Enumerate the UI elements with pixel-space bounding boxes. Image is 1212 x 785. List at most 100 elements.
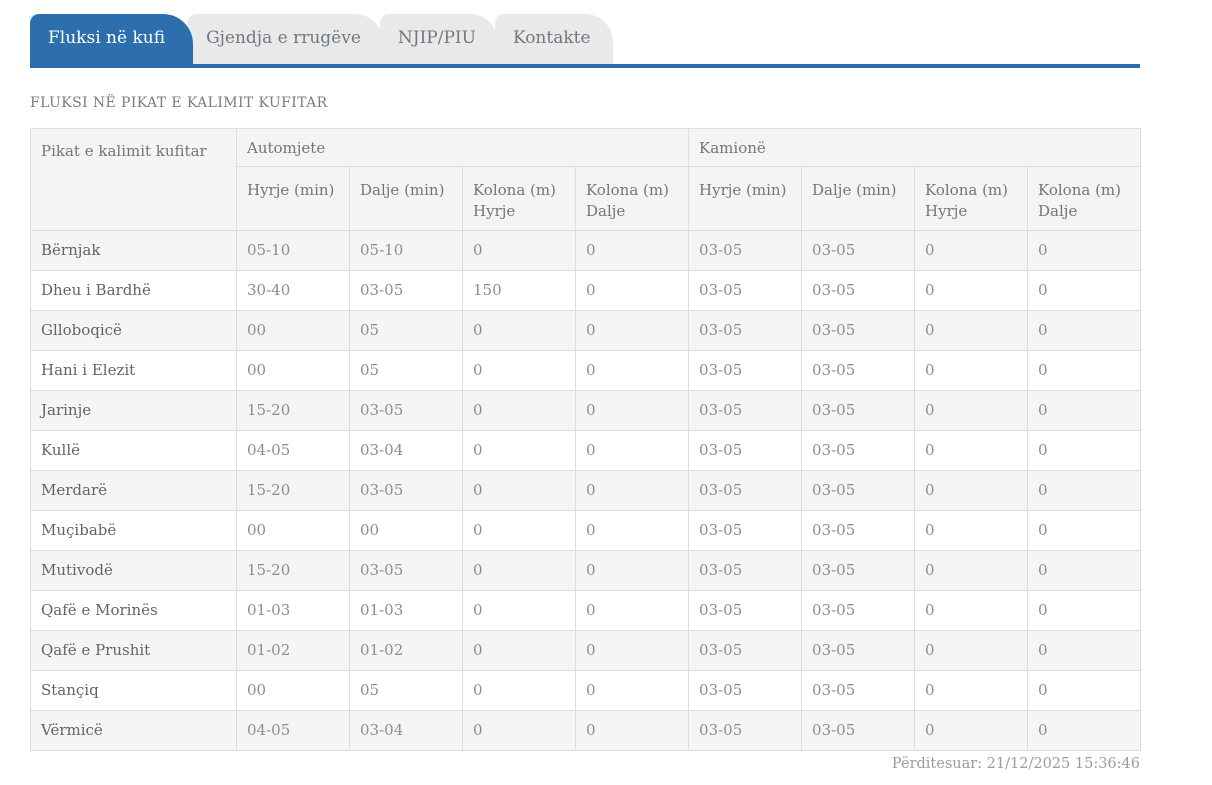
tab-fluksi-ne-kufi[interactable]: Fluksi në kufi bbox=[30, 14, 193, 64]
kamione-kolona-hyrje-cell: 0 bbox=[915, 511, 1028, 551]
tab-bar: Fluksi në kufi Gjendja e rrugëve NJIP/PI… bbox=[30, 14, 1140, 68]
col-header-kamione-kolona-hyrje: Kolona (m) Hyrje bbox=[915, 167, 1028, 231]
kamione-hyrje-cell: 03-05 bbox=[689, 511, 802, 551]
kamione-hyrje-cell: 03-05 bbox=[689, 271, 802, 311]
kamione-dalje-cell: 03-05 bbox=[802, 431, 915, 471]
group-header-row: Pikat e kalimit kufitar Automjete Kamion… bbox=[31, 129, 1141, 167]
automjete-kolona-dalje-cell: 0 bbox=[576, 431, 689, 471]
kamione-hyrje-cell: 03-05 bbox=[689, 391, 802, 431]
kamione-dalje-cell: 03-05 bbox=[802, 591, 915, 631]
table-row: Hani i Elezit 00 05 0 0 03-05 03-05 0 0 bbox=[31, 351, 1141, 391]
table-row: Dheu i Bardhë 30-40 03-05 150 0 03-05 03… bbox=[31, 271, 1141, 311]
automjete-hyrje-cell: 30-40 bbox=[237, 271, 350, 311]
crossing-name-cell: Vërmicë bbox=[31, 711, 237, 751]
automjete-dalje-cell: 05 bbox=[350, 671, 463, 711]
table-row: Vërmicë 04-05 03-04 0 0 03-05 03-05 0 0 bbox=[31, 711, 1141, 751]
kamione-dalje-cell: 03-05 bbox=[802, 551, 915, 591]
kamione-kolona-hyrje-cell: 0 bbox=[915, 391, 1028, 431]
automjete-kolona-hyrje-cell: 150 bbox=[463, 271, 576, 311]
border-crossings-table: Pikat e kalimit kufitar Automjete Kamion… bbox=[30, 128, 1141, 751]
automjete-hyrje-cell: 04-05 bbox=[237, 711, 350, 751]
col-header-kamione-kolona-dalje: Kolona (m) Dalje bbox=[1028, 167, 1141, 231]
tab-gjendja-e-rrugeve[interactable]: Gjendja e rrugëve bbox=[188, 14, 383, 64]
table-row: Muçibabë 00 00 0 0 03-05 03-05 0 0 bbox=[31, 511, 1141, 551]
automjete-kolona-hyrje-cell: 0 bbox=[463, 671, 576, 711]
tab-label: Kontakte bbox=[513, 28, 591, 48]
automjete-kolona-hyrje-cell: 0 bbox=[463, 471, 576, 511]
automjete-kolona-dalje-cell: 0 bbox=[576, 471, 689, 511]
kamione-dalje-cell: 03-05 bbox=[802, 351, 915, 391]
table-row: Stançiq 00 05 0 0 03-05 03-05 0 0 bbox=[31, 671, 1141, 711]
automjete-dalje-cell: 05 bbox=[350, 351, 463, 391]
col-header-automjete-dalje: Dalje (min) bbox=[350, 167, 463, 231]
crossing-name-cell: Bërnjak bbox=[31, 231, 237, 271]
kamione-kolona-dalje-cell: 0 bbox=[1028, 631, 1141, 671]
automjete-hyrje-cell: 04-05 bbox=[237, 431, 350, 471]
automjete-dalje-cell: 03-05 bbox=[350, 471, 463, 511]
kamione-kolona-dalje-cell: 0 bbox=[1028, 511, 1141, 551]
table-row: Qafë e Prushit 01-02 01-02 0 0 03-05 03-… bbox=[31, 631, 1141, 671]
table-header: Pikat e kalimit kufitar Automjete Kamion… bbox=[31, 129, 1141, 231]
kamione-kolona-dalje-cell: 0 bbox=[1028, 231, 1141, 271]
automjete-kolona-hyrje-cell: 0 bbox=[463, 431, 576, 471]
kamione-kolona-dalje-cell: 0 bbox=[1028, 391, 1141, 431]
table-row: Glloboqicë 00 05 0 0 03-05 03-05 0 0 bbox=[31, 311, 1141, 351]
col-header-automjete-kolona-dalje: Kolona (m) Dalje bbox=[576, 167, 689, 231]
automjete-kolona-hyrje-cell: 0 bbox=[463, 631, 576, 671]
kamione-kolona-hyrje-cell: 0 bbox=[915, 471, 1028, 511]
kamione-kolona-dalje-cell: 0 bbox=[1028, 351, 1141, 391]
crossing-name-cell: Mutivodë bbox=[31, 551, 237, 591]
col-group-automjete: Automjete bbox=[237, 129, 689, 167]
automjete-kolona-dalje-cell: 0 bbox=[576, 391, 689, 431]
crossing-name-cell: Merdarë bbox=[31, 471, 237, 511]
col-header-kamione-hyrje: Hyrje (min) bbox=[689, 167, 802, 231]
col-header-automjete-kolona-hyrje: Kolona (m) Hyrje bbox=[463, 167, 576, 231]
crossing-name-cell: Jarinje bbox=[31, 391, 237, 431]
crossing-name-cell: Hani i Elezit bbox=[31, 351, 237, 391]
kamione-hyrje-cell: 03-05 bbox=[689, 671, 802, 711]
automjete-kolona-hyrje-cell: 0 bbox=[463, 311, 576, 351]
kamione-dalje-cell: 03-05 bbox=[802, 231, 915, 271]
kamione-kolona-dalje-cell: 0 bbox=[1028, 471, 1141, 511]
automjete-dalje-cell: 03-05 bbox=[350, 391, 463, 431]
kamione-kolona-hyrje-cell: 0 bbox=[915, 591, 1028, 631]
automjete-dalje-cell: 00 bbox=[350, 511, 463, 551]
kamione-dalje-cell: 03-05 bbox=[802, 311, 915, 351]
kamione-kolona-hyrje-cell: 0 bbox=[915, 671, 1028, 711]
crossing-name-cell: Stançiq bbox=[31, 671, 237, 711]
crossing-name-cell: Kullë bbox=[31, 431, 237, 471]
col-header-kamione-dalje: Dalje (min) bbox=[802, 167, 915, 231]
kamione-kolona-hyrje-cell: 0 bbox=[915, 311, 1028, 351]
automjete-kolona-dalje-cell: 0 bbox=[576, 231, 689, 271]
tab-label: Gjendja e rrugëve bbox=[206, 28, 361, 48]
table-row: Qafë e Morinës 01-03 01-03 0 0 03-05 03-… bbox=[31, 591, 1141, 631]
kamione-kolona-hyrje-cell: 0 bbox=[915, 271, 1028, 311]
kamione-kolona-dalje-cell: 0 bbox=[1028, 271, 1141, 311]
tab-label: NJIP/PIU bbox=[398, 28, 476, 48]
automjete-kolona-hyrje-cell: 0 bbox=[463, 351, 576, 391]
table-row: Mutivodë 15-20 03-05 0 0 03-05 03-05 0 0 bbox=[31, 551, 1141, 591]
kamione-kolona-dalje-cell: 0 bbox=[1028, 671, 1141, 711]
kamione-hyrje-cell: 03-05 bbox=[689, 431, 802, 471]
automjete-kolona-hyrje-cell: 0 bbox=[463, 511, 576, 551]
tab-njip-piu[interactable]: NJIP/PIU bbox=[380, 14, 498, 64]
automjete-kolona-hyrje-cell: 0 bbox=[463, 391, 576, 431]
kamione-kolona-dalje-cell: 0 bbox=[1028, 591, 1141, 631]
table-row: Kullë 04-05 03-04 0 0 03-05 03-05 0 0 bbox=[31, 431, 1141, 471]
tab-label: Fluksi në kufi bbox=[48, 28, 165, 48]
automjete-kolona-hyrje-cell: 0 bbox=[463, 591, 576, 631]
automjete-dalje-cell: 03-05 bbox=[350, 271, 463, 311]
kamione-kolona-hyrje-cell: 0 bbox=[915, 351, 1028, 391]
automjete-dalje-cell: 03-04 bbox=[350, 711, 463, 751]
kamione-kolona-hyrje-cell: 0 bbox=[915, 551, 1028, 591]
kamione-hyrje-cell: 03-05 bbox=[689, 631, 802, 671]
kamione-kolona-hyrje-cell: 0 bbox=[915, 711, 1028, 751]
tab-kontakte[interactable]: Kontakte bbox=[495, 14, 613, 64]
automjete-hyrje-cell: 15-20 bbox=[237, 391, 350, 431]
kamione-hyrje-cell: 03-05 bbox=[689, 351, 802, 391]
kamione-hyrje-cell: 03-05 bbox=[689, 311, 802, 351]
automjete-kolona-dalje-cell: 0 bbox=[576, 671, 689, 711]
automjete-hyrje-cell: 15-20 bbox=[237, 551, 350, 591]
automjete-hyrje-cell: 15-20 bbox=[237, 471, 350, 511]
kamione-dalje-cell: 03-05 bbox=[802, 671, 915, 711]
